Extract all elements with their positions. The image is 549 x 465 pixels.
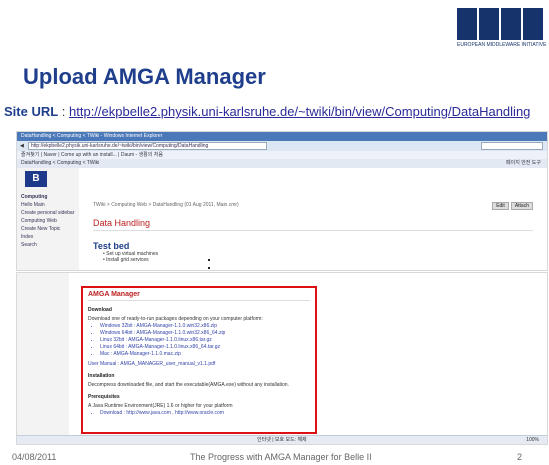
site-url-separator: : [58,104,70,119]
browser-address-bar: ◀ http://ekpbelle2.physik.uni-karlsruhe.… [17,141,547,151]
package-link[interactable]: Windows 32bit : AMGA-Manager-1.1.0.win32… [100,323,310,330]
back-icon[interactable]: ◀ [20,143,24,149]
toolbar-menus[interactable]: 페이지 안전 도구 [506,159,541,168]
sidebar-link[interactable]: Search [17,241,79,249]
footer-date: 04/08/2011 [12,452,57,462]
prerequisites-heading: Prerequisites [88,394,120,400]
installation-text: Decompress downloaded file, and start th… [88,382,289,388]
prerequisites-text: A Java Runtime Environment(JRE) 1.6 or h… [88,403,233,409]
favorites-bar[interactable]: 즐겨찾기 | Naver | Come up with an install..… [17,151,547,159]
package-link[interactable]: Windows 64bit : AMGA-Manager-1.1.0.win32… [100,330,310,337]
attach-button[interactable]: Attach [510,202,533,210]
emi-logo: EUROPEAN MIDDLEWARE INITIATIVE [457,8,549,60]
logo-text: EUROPEAN MIDDLEWARE INITIATIVE [457,42,547,48]
sidebar-hello[interactable]: Hello Main [17,201,79,209]
sidebar-link[interactable]: Computing Web [17,217,79,225]
twiki-sidebar-bottom [17,273,69,444]
sidebar-create[interactable]: Create personal sidebar [17,209,79,217]
slide-title: Upload AMGA Manager [23,64,266,89]
browser-titlebar: DataHandling < Computing < TWiki - Windo… [17,132,547,141]
package-link[interactable]: Linux 32bit : AMGA-Manager-1.1.0.linux.x… [100,337,310,344]
package-link[interactable]: Mac : AMGA-Manager-1.1.0.mac.zip [100,351,310,358]
twiki-main: TWiki > Computing Web > DataHandling (01… [93,202,533,263]
sidebar-link[interactable]: Index [17,233,79,241]
user-manual-link[interactable]: User Manual : AMGA_MANAGER_user_manual_v… [88,361,310,367]
amga-heading: AMGA Manager [88,291,310,301]
sidebar-web[interactable]: Computing [17,193,79,201]
installation-heading: Installation [88,373,115,379]
site-url-line: Site URL : http://ekpbelle2.physik.uni-k… [4,104,530,119]
topic-title: Data Handling [93,218,533,231]
download-heading: Download [88,307,112,313]
site-url-link[interactable]: http://ekpbelle2.physik.uni-karlsruhe.de… [69,104,530,119]
browser-screenshot-top: DataHandling < Computing < TWiki - Windo… [16,131,548,271]
package-list: Windows 32bit : AMGA-Manager-1.1.0.win32… [94,323,310,358]
edit-button[interactable]: Edit [492,202,509,210]
amga-highlight-box: AMGA Manager Download Download one of re… [81,286,317,434]
screenshot-area: DataHandling < Computing < TWiki - Windo… [16,131,548,445]
footer-title: The Progress with AMGA Manager for Belle… [190,452,372,462]
zoom-level[interactable]: 100% [526,436,539,444]
breadcrumb: TWiki > Computing Web > DataHandling (01… [93,202,239,208]
page-number: 2 [517,452,523,462]
url-input[interactable]: http://ekpbelle2.physik.uni-karlsruhe.de… [27,142,267,150]
java-download-link[interactable]: Download : http://www.java.com , http://… [100,410,310,417]
testbed-heading: Test bed [93,241,130,251]
sidebar-link[interactable]: Create New Topic [17,225,79,233]
download-intro: Download one of ready-to-run packages de… [88,316,263,322]
tab-bar: DataHandling < Computing < TWiki 페이지 안전 … [17,159,547,168]
security-zone: 인터넷 | 보호 모드: 해제 [257,437,307,443]
browser-statusbar: 인터넷 | 보호 모드: 해제 100% [17,435,547,444]
belle-logo: B [25,171,47,187]
site-url-label: Site URL [4,104,59,119]
tab-datahandling[interactable]: DataHandling < Computing < TWiki [21,159,99,168]
list-item: • Install grid services [103,257,149,263]
package-link[interactable]: Linux 64bit : AMGA-Manager-1.1.0.linux.x… [100,344,310,351]
twiki-sidebar: B Computing Hello Main Create personal s… [17,168,79,270]
search-input[interactable] [481,142,543,150]
browser-screenshot-bottom: AMGA Manager Download Download one of re… [16,272,548,445]
